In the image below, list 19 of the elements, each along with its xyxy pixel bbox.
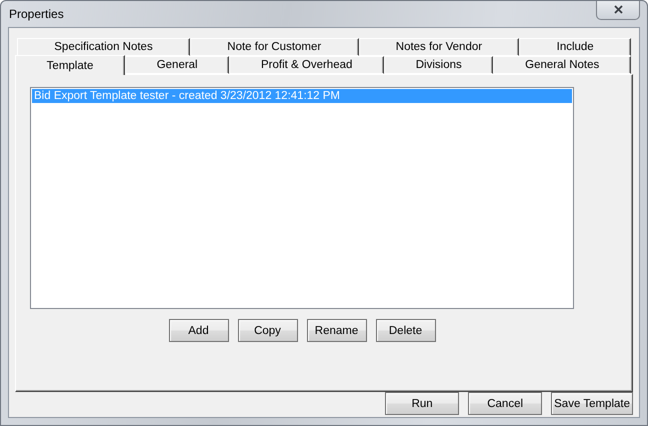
close-icon	[614, 5, 622, 14]
dialog-button[interactable]: Cancel	[468, 392, 542, 415]
window-title: Properties	[8, 7, 64, 21]
list-action-button[interactable]: Rename	[306, 319, 366, 342]
tab[interactable]: Notes for Vendor	[358, 38, 520, 56]
list-action-button[interactable]: Copy	[238, 319, 298, 342]
tab[interactable]: Specification Notes	[17, 38, 190, 56]
dialog-button[interactable]: Save Template	[551, 392, 633, 415]
tab[interactable]: Note for Customer	[190, 38, 358, 56]
close-button[interactable]	[596, 0, 640, 20]
tab[interactable]: Profit & Overhead	[229, 56, 384, 74]
tab[interactable]: Include	[519, 38, 631, 56]
list-action-button[interactable]: Add	[168, 319, 228, 342]
tab[interactable]: General Notes	[493, 56, 631, 74]
tab[interactable]: General	[125, 56, 230, 74]
list-action-button[interactable]: Delete	[376, 319, 436, 342]
tab[interactable]: Divisions	[384, 56, 494, 74]
tab[interactable]: Template	[15, 55, 126, 75]
dialog-button[interactable]: Run	[385, 392, 460, 415]
